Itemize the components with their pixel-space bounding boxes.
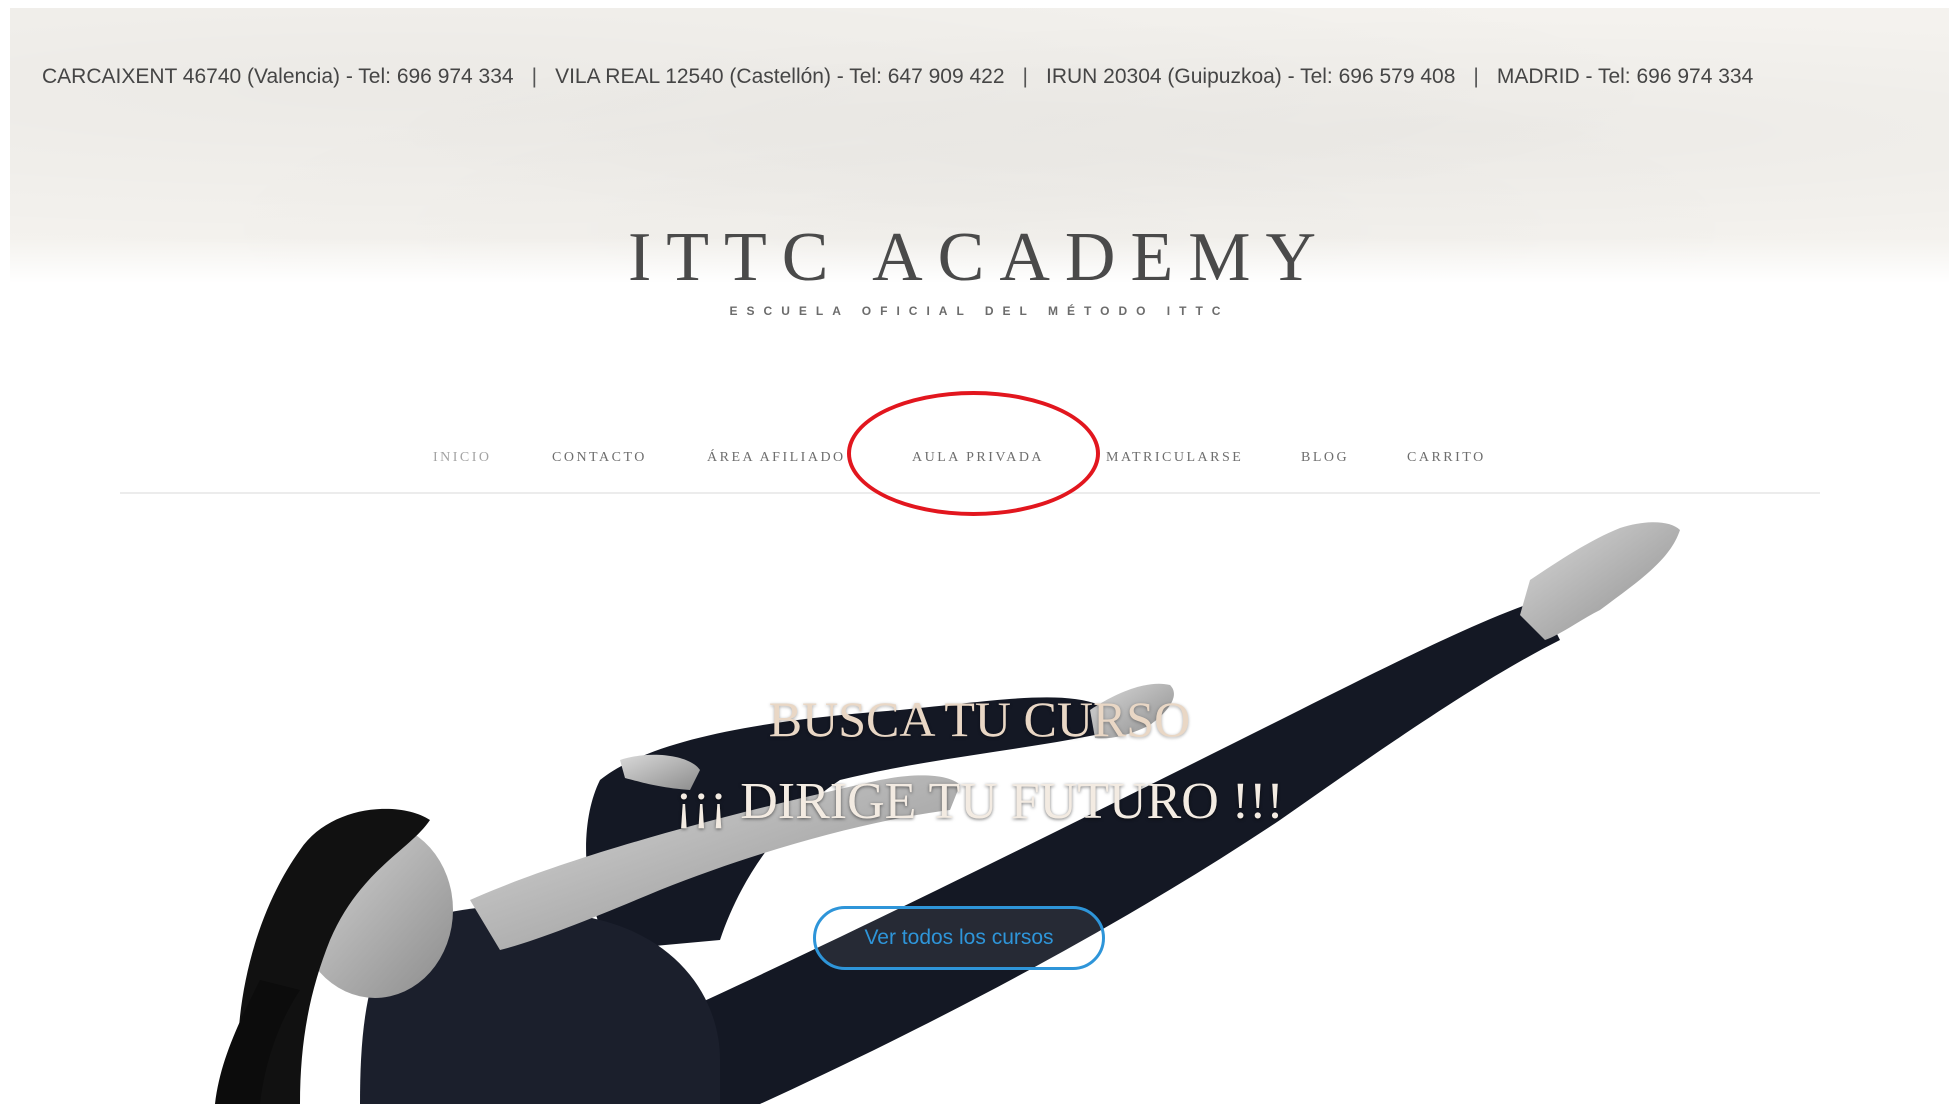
site-tagline: ESCUELA OFICIAL DEL MÉTODO ITTC: [729, 304, 1230, 318]
view-all-courses-button[interactable]: Ver todos los cursos: [813, 906, 1105, 970]
location-irun: IRUN 20304 (Guipuzkoa) - Tel: 696 579 40…: [1046, 65, 1456, 88]
location-vila-real: VILA REAL 12540 (Castellón) - Tel: 647 9…: [555, 65, 1005, 88]
nav-divider: [120, 492, 1820, 494]
location-carcaixent: CARCAIXENT 46740 (Valencia) - Tel: 696 9…: [42, 65, 514, 88]
hero-subtitle: ¡¡¡ DIRIGE TU FUTURO !!!: [675, 773, 1284, 830]
contact-bar: CARCAIXENT 46740 (Valencia) - Tel: 696 9…: [42, 65, 1942, 89]
hero-banner: BUSCA TU CURSO ¡¡¡ DIRIGE TU FUTURO !!! …: [0, 520, 1959, 1104]
main-nav: INICIO CONTACTO ÁREA AFILIADO AULA PRIVA…: [0, 450, 1959, 470]
nav-item-carrito[interactable]: CARRITO: [1407, 450, 1486, 466]
nav-item-contacto[interactable]: CONTACTO: [552, 450, 647, 466]
separator: |: [531, 65, 538, 88]
nav-item-matricularse[interactable]: MATRICULARSE: [1106, 450, 1243, 466]
location-madrid: MADRID - Tel: 696 974 334: [1496, 65, 1754, 88]
separator: |: [1022, 65, 1029, 88]
separator: |: [1473, 65, 1479, 88]
hero-title: BUSCA TU CURSO: [768, 691, 1191, 747]
site-logo[interactable]: ITTC ACADEMY: [0, 218, 1959, 298]
nav-item-area-afiliado[interactable]: ÁREA AFILIADO: [707, 450, 846, 466]
nav-item-blog[interactable]: BLOG: [1301, 450, 1349, 466]
nav-item-aula-privada[interactable]: AULA PRIVADA: [912, 450, 1044, 466]
nav-item-inicio[interactable]: INICIO: [433, 450, 492, 466]
